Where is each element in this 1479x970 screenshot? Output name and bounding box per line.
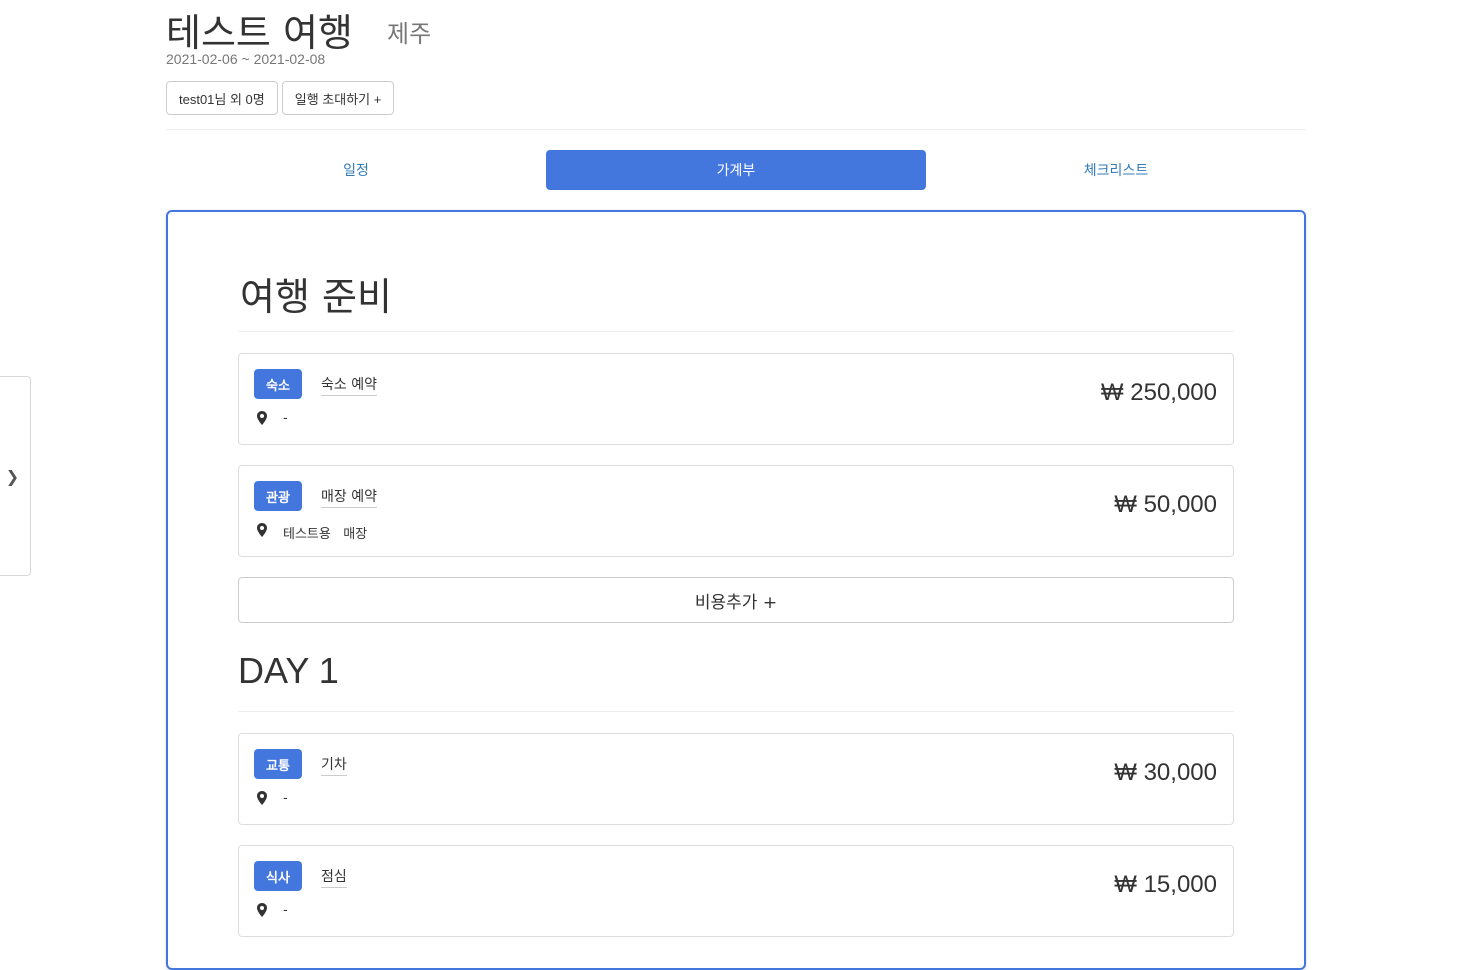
- expense-name[interactable]: 점심: [321, 866, 347, 888]
- invite-button[interactable]: 일행 초대하기 +: [281, 81, 395, 115]
- tab-checklist[interactable]: 체크리스트: [926, 150, 1306, 190]
- tab-schedule[interactable]: 일정: [166, 150, 546, 190]
- category-badge: 교통: [254, 749, 302, 779]
- map-pin-icon: [257, 411, 267, 425]
- expense-name[interactable]: 기차: [321, 754, 347, 776]
- sidebar-toggle[interactable]: ❯: [0, 376, 31, 576]
- map-pin-icon: [257, 791, 267, 805]
- expense-card[interactable]: 관광 매장 예약 테스트용 매장 ₩ 50,000: [238, 465, 1234, 557]
- expense-place: -: [283, 903, 288, 918]
- category-badge: 숙소: [254, 369, 302, 399]
- trip-title: 테스트 여행: [166, 11, 353, 55]
- expense-amount: ₩ 50,000: [1114, 491, 1217, 518]
- member-row: test01님 외 0명 일행 초대하기 +: [166, 81, 395, 115]
- expense-name[interactable]: 매장 예약: [321, 486, 377, 508]
- add-expense-button[interactable]: 비용추가 +: [238, 577, 1234, 623]
- category-badge: 식사: [254, 861, 302, 891]
- trip-dates: 2021-02-06 ~ 2021-02-08: [166, 51, 326, 67]
- map-pin-icon: [257, 903, 267, 917]
- section-title-day1: DAY 1: [238, 623, 1234, 712]
- category-badge: 관광: [254, 481, 302, 511]
- members-button[interactable]: test01님 외 0명: [166, 81, 278, 115]
- expense-name[interactable]: 숙소 예약: [321, 374, 377, 396]
- expense-card[interactable]: 숙소 숙소 예약 - ₩ 250,000: [238, 353, 1234, 445]
- expense-card[interactable]: 식사 점심 - ₩ 15,000: [238, 845, 1234, 937]
- trip-header: 테스트 여행 제주 2021-02-06 ~ 2021-02-08 test01…: [166, 0, 1306, 130]
- chevron-right-icon: ❯: [5, 466, 20, 486]
- tab-bar: 일정 가계부 체크리스트: [166, 150, 1306, 190]
- expense-place: -: [283, 791, 288, 806]
- budget-content: 여행 준비 숙소 숙소 예약 - ₩ 250,000 관광 매장 예약 테스트용: [238, 212, 1234, 937]
- tab-budget[interactable]: 가계부: [546, 150, 926, 190]
- section-title-prep: 여행 준비: [238, 212, 1234, 332]
- map-pin-icon: [257, 523, 267, 537]
- expense-place: -: [283, 411, 288, 426]
- expense-amount: ₩ 15,000: [1114, 871, 1217, 898]
- budget-panel: 여행 준비 숙소 숙소 예약 - ₩ 250,000 관광 매장 예약 테스트용: [166, 210, 1306, 970]
- trip-region: 제주: [387, 20, 432, 48]
- expense-amount: ₩ 30,000: [1114, 759, 1217, 786]
- expense-amount: ₩ 250,000: [1100, 379, 1217, 406]
- expense-card[interactable]: 교통 기차 - ₩ 30,000: [238, 733, 1234, 825]
- expense-place: 테스트용 매장: [283, 527, 368, 542]
- main-container: 테스트 여행 제주 2021-02-06 ~ 2021-02-08 test01…: [166, 0, 1306, 970]
